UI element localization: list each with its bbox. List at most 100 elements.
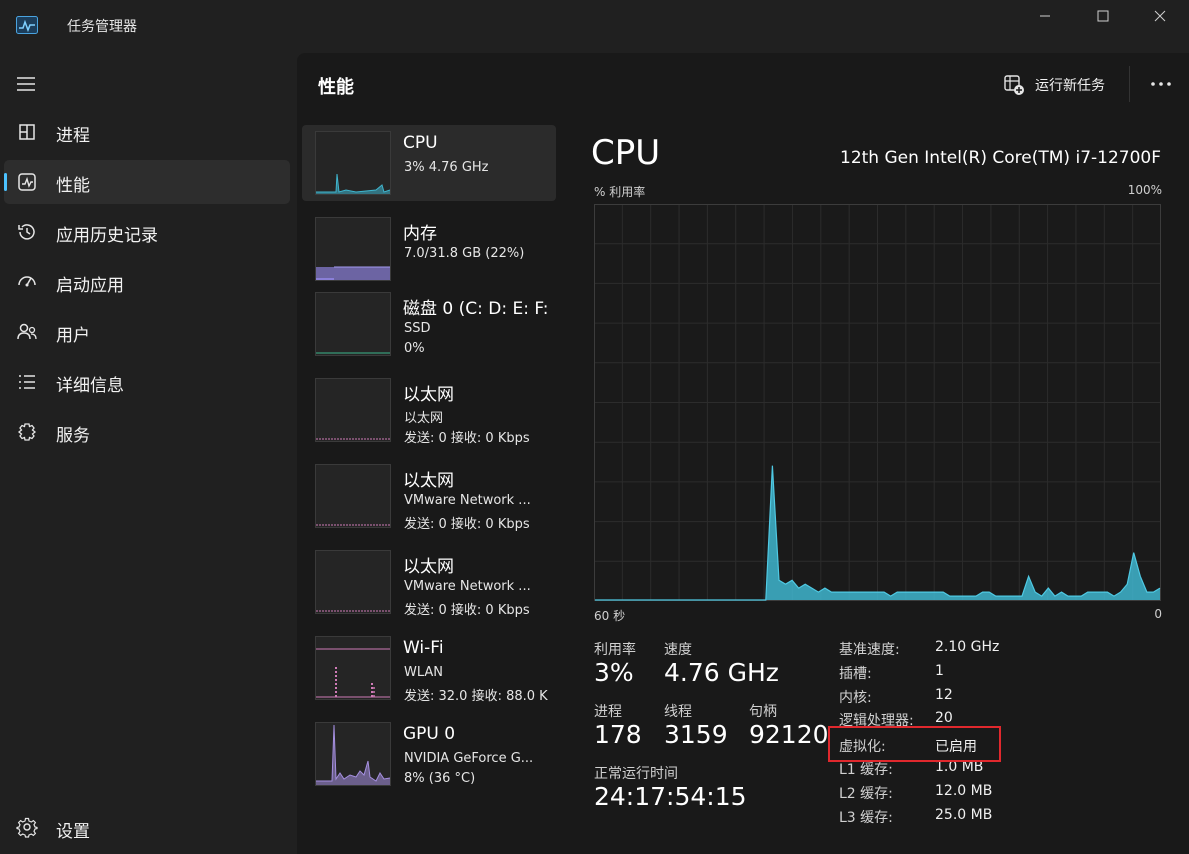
device-detail: 7.0/31.8 GB (22%): [404, 246, 525, 261]
performance-icon: [18, 173, 36, 191]
device-name: 以太网: [403, 385, 454, 405]
sidebar-item-label: 进程: [56, 126, 90, 146]
device-name: GPU 0: [403, 724, 456, 744]
cpu-model: 12th Gen Intel(R) Core(TM) i7-12700F: [840, 148, 1161, 168]
main-panel: 性能 运行新任务 CPU 3% 4.76 GHz 内存 7.0/31.8 GB …: [297, 53, 1189, 854]
graph-x-label-left: 60 秒: [594, 609, 626, 623]
device-detail: 发送: 0 接收: 0 Kbps: [404, 517, 530, 532]
device-thumbnail: [315, 292, 391, 356]
sidebar-item-startup[interactable]: 启动应用: [4, 260, 290, 304]
device-ethernet-1[interactable]: 以太网 以太网 发送: 0 接收: 0 Kbps: [302, 372, 556, 448]
graph-y-label: % 利用率: [594, 185, 646, 199]
sidebar-item-label: 应用历史记录: [56, 226, 158, 246]
sidebar-item-label: 性能: [56, 176, 90, 196]
close-icon: [1154, 10, 1166, 22]
processes-value: 178: [594, 720, 642, 749]
utilization-value: 3%: [594, 658, 634, 687]
sidebar-item-settings[interactable]: 设置: [4, 808, 290, 848]
spec-logical-processors-value: 20: [935, 710, 953, 726]
handles-label: 句柄: [749, 704, 777, 720]
device-detail: 发送: 0 接收: 0 Kbps: [404, 603, 530, 618]
device-detail: NVIDIA GeForce G...: [404, 751, 534, 766]
detail-title: CPU: [591, 133, 661, 173]
uptime-value: 24:17:54:15: [594, 782, 747, 811]
device-name: Wi-Fi: [403, 638, 444, 658]
speed-value: 4.76 GHz: [664, 658, 779, 687]
services-icon: [17, 423, 37, 441]
device-thumbnail: [315, 131, 391, 195]
speed-label: 速度: [664, 642, 692, 658]
handles-value: 92120: [749, 720, 829, 749]
processes-icon: [19, 124, 35, 140]
startup-icon: [18, 276, 36, 287]
minimize-button[interactable]: [1023, 4, 1069, 28]
details-icon: [19, 375, 35, 389]
history-icon: [18, 224, 35, 240]
device-name: CPU: [403, 133, 438, 153]
spec-cores-value: 12: [935, 687, 953, 703]
more-icon[interactable]: [1145, 72, 1177, 96]
title-bar: 任务管理器: [0, 0, 1189, 52]
device-name: 以太网: [403, 471, 454, 491]
device-thumbnail: [315, 378, 391, 442]
spec-sockets-value: 1: [935, 663, 944, 679]
run-task-label: 运行新任务: [1035, 78, 1105, 94]
device-gpu-0[interactable]: GPU 0 NVIDIA GeForce G... 8% (36 °C): [302, 716, 556, 792]
device-ethernet-2[interactable]: 以太网 VMware Network ... 发送: 0 接收: 0 Kbps: [302, 458, 556, 534]
device-detail: WLAN: [404, 665, 444, 680]
spec-l1-cache-label: L1 缓存:: [839, 762, 893, 778]
spec-l2-cache-value: 12.0 MB: [935, 783, 993, 799]
device-ethernet-3[interactable]: 以太网 VMware Network ... 发送: 0 接收: 0 Kbps: [302, 544, 556, 620]
device-cpu[interactable]: CPU 3% 4.76 GHz: [302, 125, 556, 201]
device-detail: VMware Network ...: [404, 579, 531, 594]
maximize-button[interactable]: [1081, 4, 1127, 28]
device-detail: 0%: [404, 341, 425, 356]
sidebar-item-performance[interactable]: 性能: [4, 160, 290, 204]
uptime-label: 正常运行时间: [594, 766, 678, 782]
active-indicator: [4, 173, 7, 191]
virtualization-highlight-box: [828, 726, 1001, 762]
page-title: 性能: [318, 77, 354, 98]
device-name: 内存: [403, 224, 437, 244]
spec-base-speed-label: 基准速度:: [839, 642, 900, 658]
spec-sockets-label: 插槽:: [839, 666, 872, 682]
device-detail: 发送: 32.0 接收: 88.0 K: [404, 689, 548, 704]
threads-value: 3159: [664, 720, 728, 749]
spec-l2-cache-label: L2 缓存:: [839, 786, 893, 802]
device-detail: SSD: [404, 321, 431, 336]
device-detail: 3% 4.76 GHz: [404, 160, 489, 175]
device-disk-0[interactable]: 磁盘 0 (C: D: E: F: SSD 0%: [302, 286, 556, 362]
sidebar-item-users[interactable]: 用户: [4, 310, 290, 354]
sidebar-item-label: 用户: [56, 326, 90, 346]
maximize-icon: [1097, 10, 1109, 22]
utilization-label: 利用率: [594, 642, 636, 658]
spec-l3-cache-label: L3 缓存:: [839, 810, 893, 826]
device-detail: 8% (36 °C): [404, 771, 476, 786]
device-memory[interactable]: 内存 7.0/31.8 GB (22%): [302, 211, 556, 287]
gear-icon: [16, 817, 38, 838]
spec-base-speed-value: 2.10 GHz: [935, 639, 1000, 655]
minimize-icon: [1040, 15, 1050, 17]
device-wifi[interactable]: Wi-Fi WLAN 发送: 32.0 接收: 88.0 K: [302, 630, 556, 706]
sidebar-item-app-history[interactable]: 应用历史记录: [4, 210, 290, 254]
processes-label: 进程: [594, 704, 622, 720]
settings-label: 设置: [56, 822, 90, 842]
device-detail: VMware Network ...: [404, 493, 531, 508]
cpu-utilization-graph: [594, 204, 1161, 601]
graph-x-label-right: 0: [1154, 607, 1162, 621]
sidebar-item-label: 启动应用: [56, 276, 124, 296]
device-thumbnail: [315, 722, 391, 786]
device-detail: 以太网: [404, 411, 444, 426]
graph-y-max-label: 100%: [1127, 183, 1162, 197]
task-manager-icon: [16, 16, 38, 34]
hamburger-icon[interactable]: [16, 76, 36, 92]
sidebar-item-label: 服务: [56, 426, 90, 446]
device-thumbnail: [315, 464, 391, 528]
sidebar: 进程 性能 应用历史记录 启动应用 用户 详细信息 服务 设置: [0, 52, 296, 854]
sidebar-item-processes[interactable]: 进程: [4, 110, 290, 154]
sidebar-item-details[interactable]: 详细信息: [4, 360, 290, 404]
spec-cores-label: 内核:: [839, 690, 872, 706]
threads-label: 线程: [664, 704, 692, 720]
close-button[interactable]: [1138, 4, 1184, 28]
sidebar-item-services[interactable]: 服务: [4, 410, 290, 454]
